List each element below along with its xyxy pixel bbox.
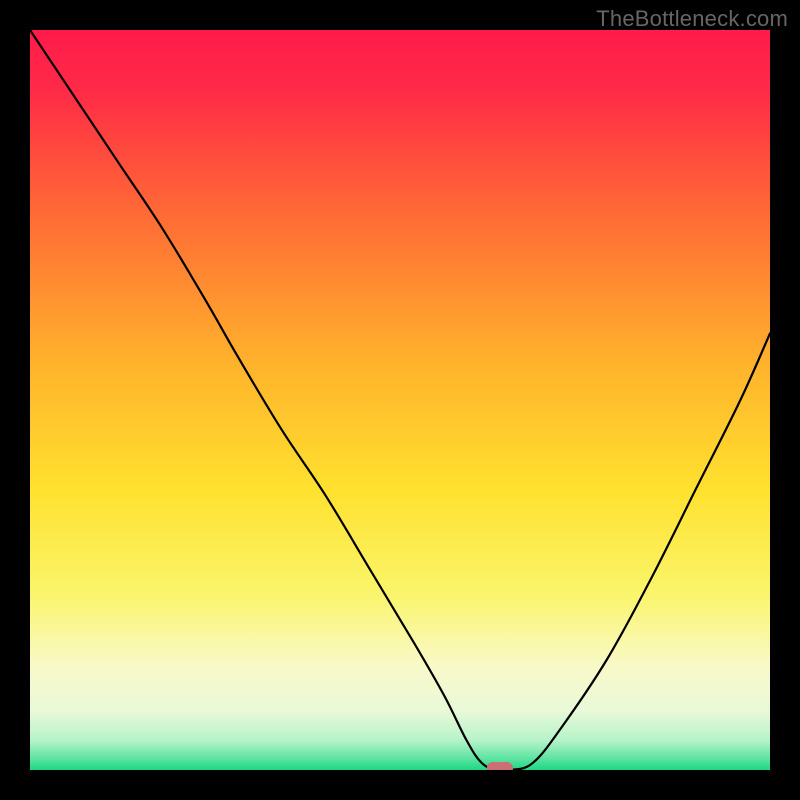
chart-svg [30,30,770,770]
optimal-point-marker [487,762,513,770]
gradient-background [30,30,770,770]
plot-area [30,30,770,770]
attribution-label: TheBottleneck.com [596,6,788,32]
chart-frame: TheBottleneck.com [0,0,800,800]
